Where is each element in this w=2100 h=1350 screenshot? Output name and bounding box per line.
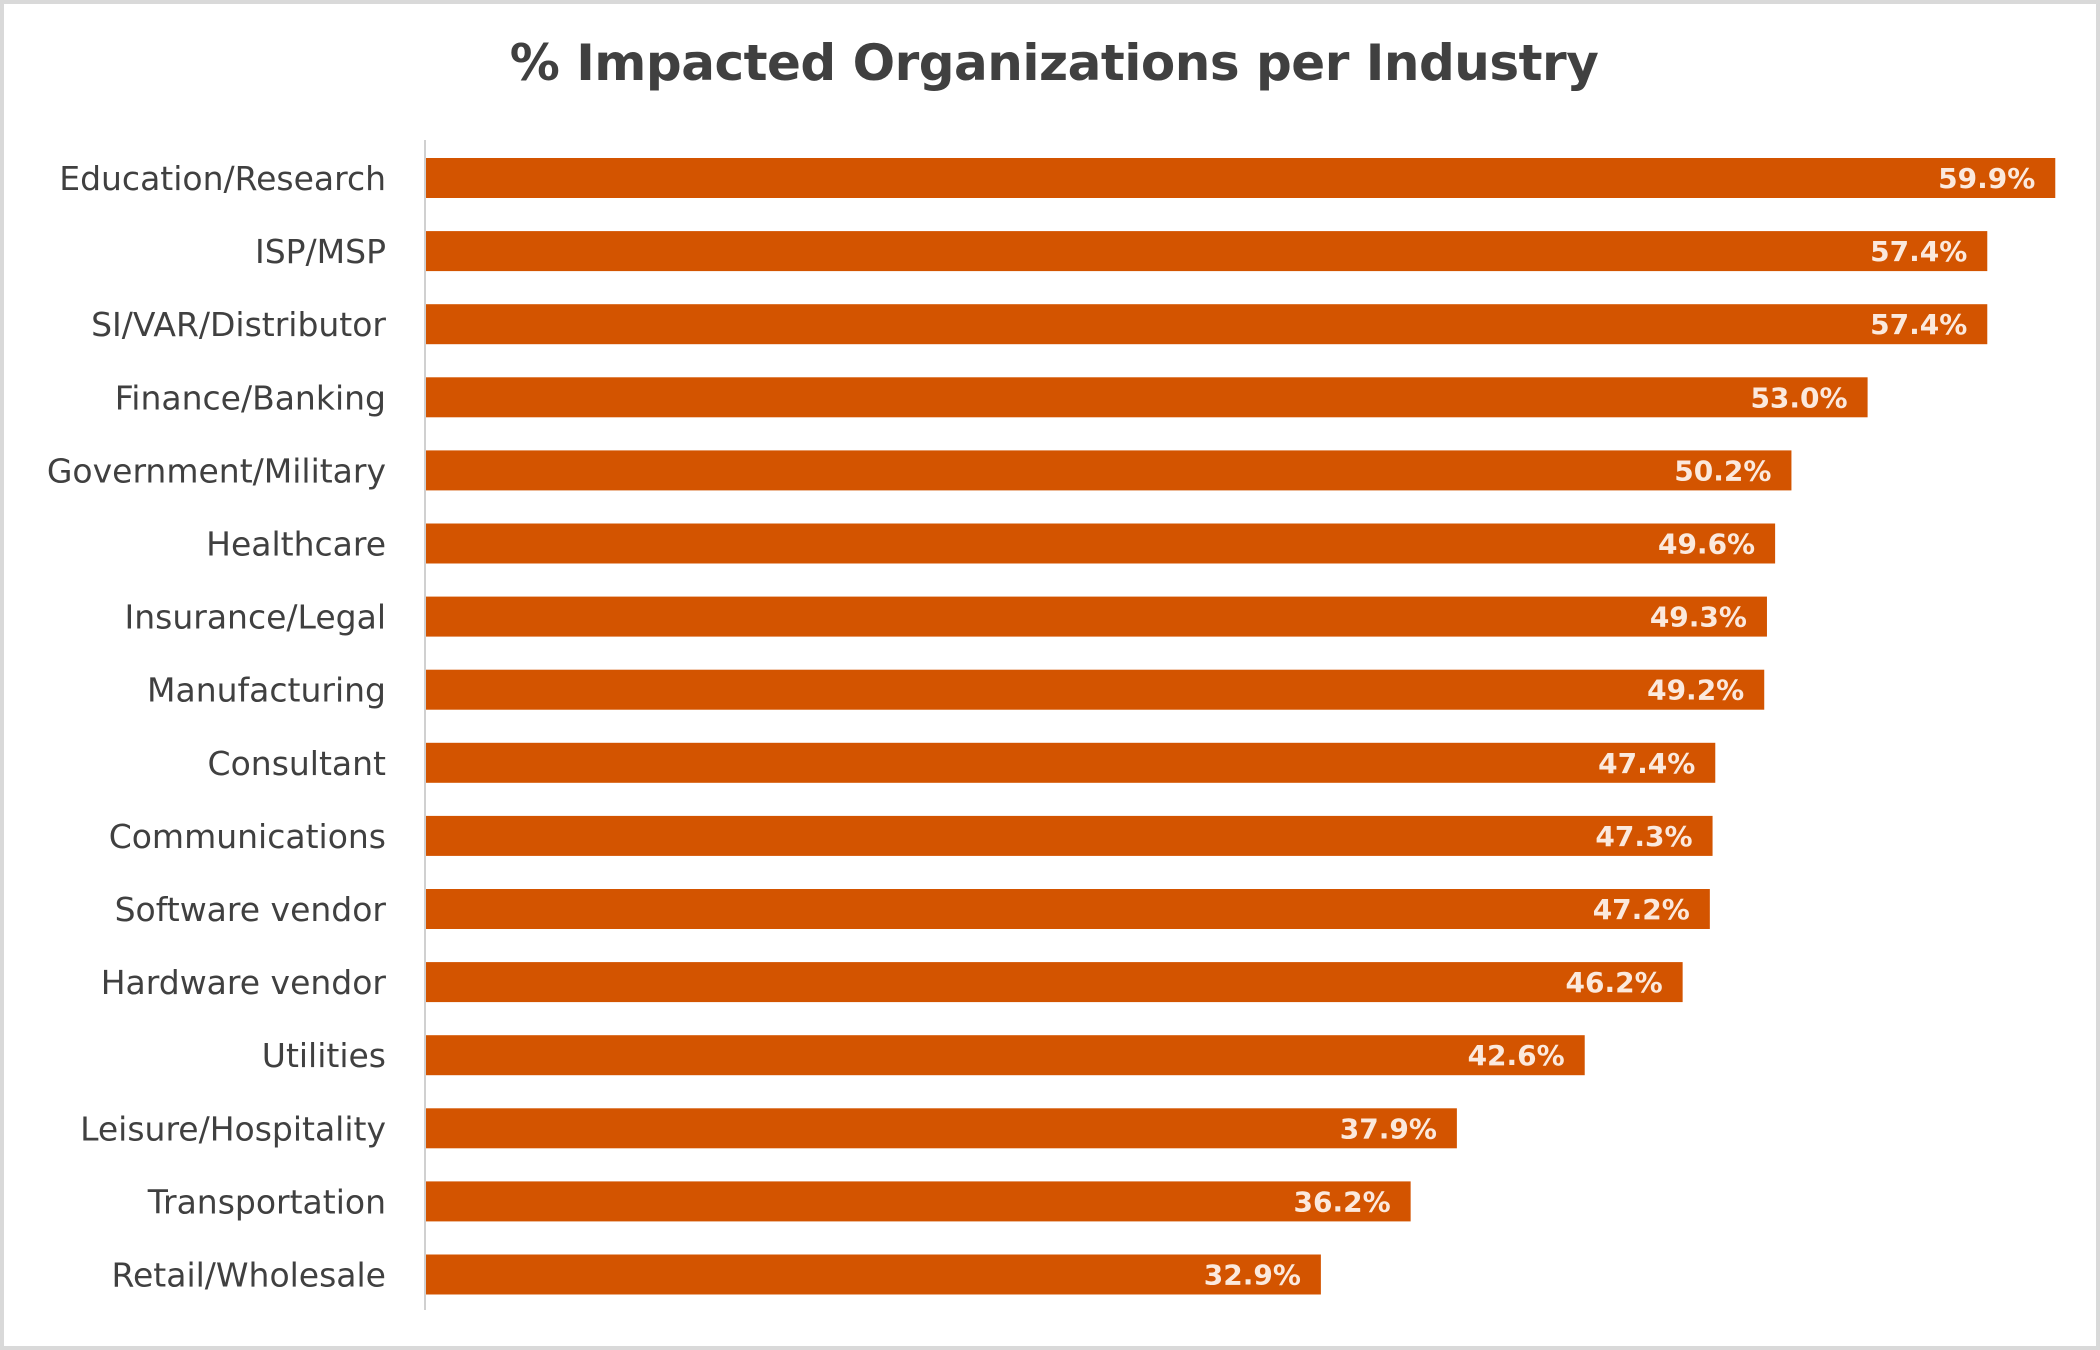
category-label: Manufacturing	[147, 671, 386, 710]
bar-manufacturing	[426, 669, 1765, 710]
value-label: 32.9%	[1204, 1259, 1301, 1292]
bar-retail-wholesale	[426, 1254, 1321, 1295]
bar-communications	[426, 815, 1713, 856]
bar-utilities	[426, 1035, 1585, 1076]
bar-si-var-distributor	[426, 304, 1988, 345]
category-label: Hardware vendor	[101, 963, 387, 1002]
value-label: 36.2%	[1293, 1185, 1390, 1218]
category-labels-group: Education/Research ISP/MSP SI/VAR/Distribu…	[47, 159, 387, 1295]
category-label: Finance/Banking	[115, 378, 386, 417]
category-label: Education/Research	[59, 159, 386, 198]
category-label: Transportation	[147, 1182, 386, 1221]
bar-finance-banking	[426, 377, 1868, 418]
value-label: 57.4%	[1870, 308, 1967, 341]
category-label: Utilities	[262, 1036, 386, 1075]
category-label: Communications	[109, 817, 386, 856]
value-label: 49.6%	[1658, 528, 1755, 561]
bar-leisure-hospitality	[426, 1108, 1457, 1149]
bar-software-vendor	[426, 889, 1710, 929]
bar-consultant	[426, 742, 1716, 783]
value-label: 47.2%	[1593, 893, 1690, 926]
value-label: 37.9%	[1340, 1112, 1437, 1145]
category-label: Software vendor	[115, 890, 387, 929]
value-label: 59.9%	[1938, 162, 2035, 195]
bar-chart: 59.9% 57.4% 57.4% 53.0% 50.2% 49.6% 49.3% 49.2%…	[47, 140, 2056, 1310]
value-label: 49.3%	[1650, 601, 1747, 634]
bars-group: 59.9% 57.4% 57.4% 53.0% 50.2% 49.6% 49.3% 49.2%…	[426, 158, 2056, 1295]
value-label: 42.6%	[1468, 1039, 1565, 1072]
category-label: SI/VAR/Distributor	[91, 305, 386, 344]
bar-transportation	[426, 1181, 1411, 1222]
category-label: Consultant	[208, 744, 386, 783]
value-label: 46.2%	[1565, 966, 1662, 999]
category-label: Government/Military	[47, 451, 386, 490]
bar-healthcare	[426, 523, 1776, 564]
bar-hardware-vendor	[426, 962, 1683, 1003]
value-label: 47.4%	[1598, 747, 1695, 780]
bar-insurance-legal	[426, 596, 1767, 637]
category-label: Insurance/Legal	[125, 598, 386, 637]
value-label: 50.2%	[1674, 454, 1771, 487]
category-label: Healthcare	[206, 525, 386, 564]
value-label: 53.0%	[1750, 381, 1847, 414]
category-label: Retail/Wholesale	[112, 1256, 386, 1295]
value-label: 49.2%	[1647, 674, 1744, 707]
category-label: ISP/MSP	[255, 232, 386, 271]
value-label: 47.3%	[1595, 820, 1692, 853]
bar-government-military	[426, 450, 1792, 491]
category-label: Leisure/Hospitality	[80, 1109, 386, 1148]
value-label: 57.4%	[1870, 235, 1967, 268]
bar-isp-msp	[426, 231, 1988, 272]
bar-education-research	[426, 158, 2056, 198]
